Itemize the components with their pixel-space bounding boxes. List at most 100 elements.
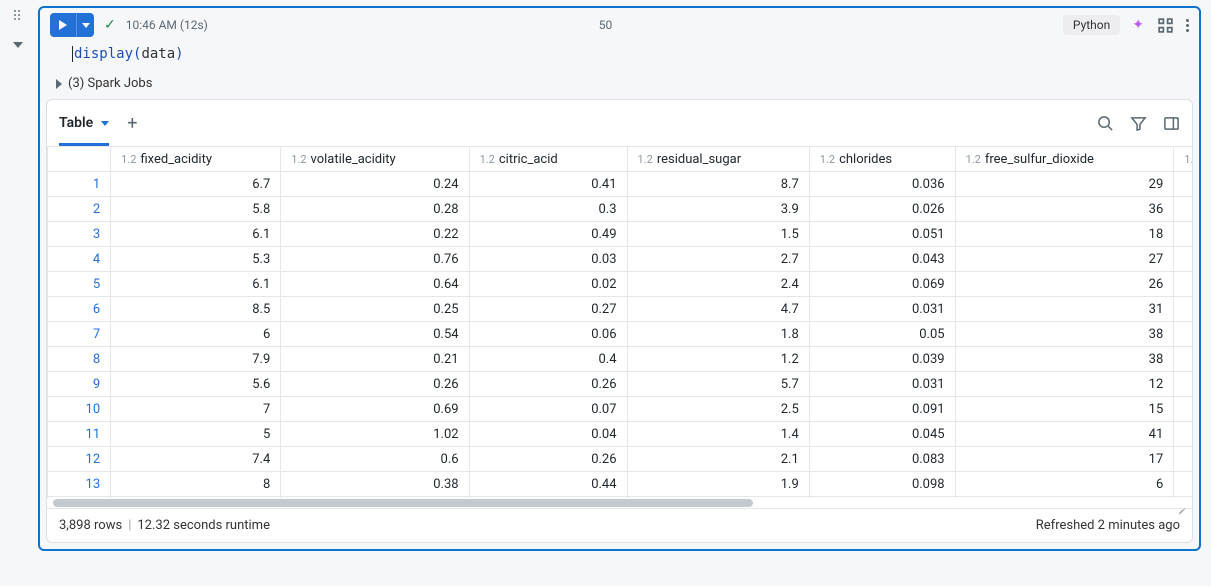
table-row[interactable]: 36.10.220.491.50.051188 xyxy=(48,222,1193,247)
cell[interactable]: 2.7 xyxy=(627,247,809,272)
cell[interactable]: 2.4 xyxy=(627,272,809,297)
cell[interactable]: 6.7 xyxy=(111,172,281,197)
table-row[interactable]: 68.50.250.274.70.031319 xyxy=(48,297,1193,322)
cell[interactable]: 27 xyxy=(955,247,1174,272)
cell[interactable]: 12 xyxy=(955,372,1174,397)
cell[interactable]: 6 xyxy=(955,472,1174,497)
cell[interactable]: 0.083 xyxy=(809,447,955,472)
cell[interactable]: 0.02 xyxy=(469,272,627,297)
cell[interactable]: 8.5 xyxy=(111,297,281,322)
row-number[interactable]: 13 xyxy=(48,472,111,497)
cell[interactable]: 41 xyxy=(955,422,1174,447)
table-row[interactable]: 56.10.640.022.40.069264 xyxy=(48,272,1193,297)
cell[interactable]: 0.045 xyxy=(809,422,955,447)
cell[interactable]: 0.38 xyxy=(281,472,469,497)
cell[interactable]: 0.6 xyxy=(281,447,469,472)
table-row[interactable]: 95.60.260.265.70.031128 xyxy=(48,372,1193,397)
spark-jobs-toggle[interactable]: (3) Spark Jobs xyxy=(40,72,1199,99)
drag-handle-icon[interactable]: ⠿ xyxy=(12,10,24,24)
row-number[interactable]: 5 xyxy=(48,272,111,297)
cell[interactable]: 9 xyxy=(1174,247,1192,272)
assistant-icon[interactable]: ✦ xyxy=(1132,17,1144,33)
cell[interactable]: 10 xyxy=(1174,197,1192,222)
run-options-button[interactable] xyxy=(76,13,94,37)
cell[interactable]: 0.54 xyxy=(281,322,469,347)
cell[interactable]: 38 xyxy=(955,347,1174,372)
horizontal-scrollbar-thumb[interactable] xyxy=(53,499,753,507)
cell[interactable]: 0.26 xyxy=(281,372,469,397)
cell[interactable]: 0.21 xyxy=(281,347,469,372)
cell[interactable]: 0.031 xyxy=(809,372,955,397)
cell[interactable]: 0.07 xyxy=(469,397,627,422)
row-number[interactable]: 1 xyxy=(48,172,111,197)
resize-handle-icon[interactable] xyxy=(1174,500,1186,512)
cell-menu-button[interactable] xyxy=(1186,19,1189,32)
row-number[interactable]: 6 xyxy=(48,297,111,322)
cell[interactable]: 10 xyxy=(1174,347,1192,372)
expand-icon[interactable] xyxy=(1156,17,1174,34)
cell[interactable]: 0.25 xyxy=(281,297,469,322)
cell[interactable]: 15 xyxy=(955,397,1174,422)
cell[interactable]: 0.05 xyxy=(809,322,955,347)
cell[interactable]: 2 xyxy=(1174,397,1192,422)
cell[interactable]: 0.26 xyxy=(469,447,627,472)
cell[interactable]: 5.7 xyxy=(627,372,809,397)
filter-icon[interactable] xyxy=(1130,115,1147,132)
cell[interactable]: 38 xyxy=(955,322,1174,347)
cell[interactable]: 0.039 xyxy=(809,347,955,372)
cell[interactable]: 5.3 xyxy=(111,247,281,272)
column-header[interactable]: 1.2residual_sugar xyxy=(627,147,809,172)
cell[interactable]: 0.06 xyxy=(469,322,627,347)
cell[interactable]: 1.8 xyxy=(627,322,809,347)
cell[interactable]: 6.1 xyxy=(111,222,281,247)
row-number[interactable]: 4 xyxy=(48,247,111,272)
cell[interactable]: 8 xyxy=(1174,422,1192,447)
cell[interactable]: 8.7 xyxy=(627,172,809,197)
cell[interactable]: 0.64 xyxy=(281,272,469,297)
cell[interactable]: 26 xyxy=(955,272,1174,297)
cell[interactable]: 0.051 xyxy=(809,222,955,247)
row-number[interactable]: 7 xyxy=(48,322,111,347)
cell[interactable]: 7.4 xyxy=(111,447,281,472)
cell[interactable]: 17 xyxy=(955,447,1174,472)
cell[interactable]: 1.9 xyxy=(627,472,809,497)
cell[interactable]: 8 xyxy=(1174,322,1192,347)
column-header[interactable]: 1.2total_sulfur_dioxide xyxy=(1174,147,1192,172)
column-header[interactable]: 1.2volatile_acidity xyxy=(281,147,469,172)
cell[interactable]: 5.6 xyxy=(111,372,281,397)
cell[interactable]: 0.04 xyxy=(469,422,627,447)
row-number[interactable]: 2 xyxy=(48,197,111,222)
cell[interactable]: 9 xyxy=(1174,447,1192,472)
table-row[interactable]: 1070.690.072.50.091152 xyxy=(48,397,1193,422)
column-header[interactable]: 1.2citric_acid xyxy=(469,147,627,172)
cell[interactable]: 6.1 xyxy=(111,272,281,297)
cell[interactable]: 0.4 xyxy=(469,347,627,372)
language-selector[interactable]: Python xyxy=(1063,15,1120,35)
cell[interactable]: 8 xyxy=(1174,222,1192,247)
column-header[interactable]: 1.2fixed_acidity xyxy=(111,147,281,172)
cell[interactable]: 0.069 xyxy=(809,272,955,297)
cell[interactable]: 0.036 xyxy=(809,172,955,197)
add-tab-button[interactable]: + xyxy=(123,109,141,138)
cell[interactable]: 5.8 xyxy=(111,197,281,222)
cell[interactable]: 7.9 xyxy=(111,347,281,372)
cell[interactable]: 0.098 xyxy=(809,472,955,497)
table-row[interactable]: 87.90.210.41.20.0393810 xyxy=(48,347,1193,372)
row-number[interactable]: 12 xyxy=(48,447,111,472)
cell[interactable]: 6 xyxy=(111,322,281,347)
panel-icon[interactable] xyxy=(1163,115,1180,132)
row-number[interactable]: 11 xyxy=(48,422,111,447)
cell[interactable]: 0.043 xyxy=(809,247,955,272)
cell[interactable]: 0.49 xyxy=(469,222,627,247)
horizontal-scrollbar-track[interactable] xyxy=(47,498,1192,508)
cell[interactable]: 1.2 xyxy=(627,347,809,372)
cell[interactable]: 0.3 xyxy=(469,197,627,222)
cell[interactable]: 0.76 xyxy=(281,247,469,272)
cell[interactable]: 0.69 xyxy=(281,397,469,422)
run-button[interactable] xyxy=(50,13,76,37)
cell[interactable]: 9 xyxy=(1174,297,1192,322)
cell[interactable]: 0.26 xyxy=(469,372,627,397)
table-row[interactable]: 1380.380.441.90.09861 xyxy=(48,472,1193,497)
table-row[interactable]: 16.70.240.418.70.0362914 xyxy=(48,172,1193,197)
column-header[interactable]: 1.2free_sulfur_dioxide xyxy=(955,147,1174,172)
